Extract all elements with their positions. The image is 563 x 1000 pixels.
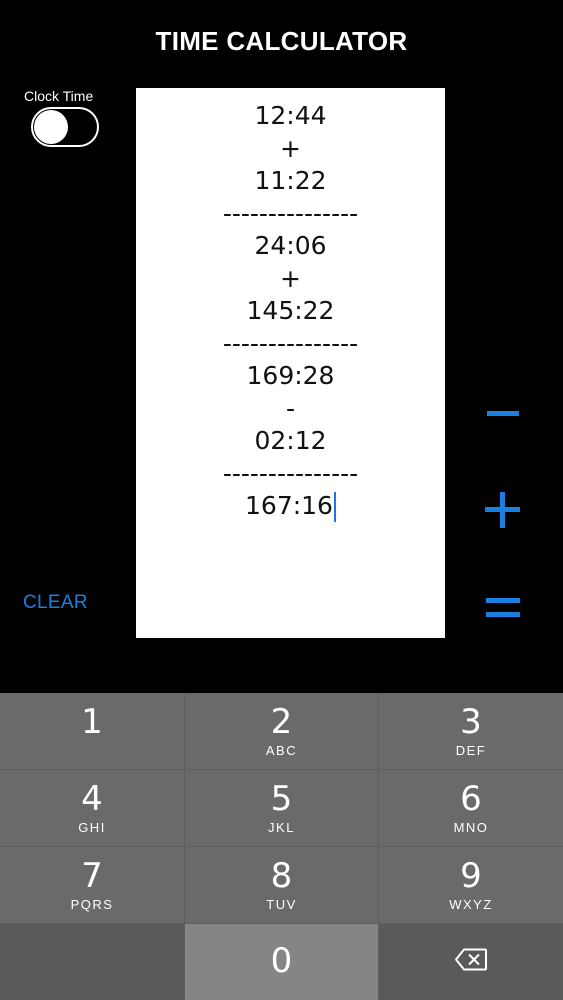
key-2[interactable]: 2 ABC: [185, 693, 378, 769]
key-letters: GHI: [78, 820, 106, 835]
key-digit: 6: [460, 779, 482, 819]
key-digit: 8: [270, 856, 293, 896]
key-digit: 9: [460, 856, 482, 896]
key-digit: 7: [81, 856, 103, 896]
page-title: TIME CALCULATOR: [155, 26, 408, 56]
equals-icon[interactable]: [483, 592, 523, 622]
minus-icon[interactable]: [487, 411, 519, 416]
key-9[interactable]: 9 WXYZ: [379, 847, 563, 923]
key-8[interactable]: 8 TUV: [185, 847, 378, 923]
tape-line: +: [280, 263, 301, 293]
tape-separator: ---------------: [222, 198, 359, 228]
tape-line: -: [285, 393, 296, 423]
tape-line: +: [280, 133, 301, 163]
clock-time-toggle[interactable]: [31, 107, 99, 147]
tape-separator: ---------------: [222, 458, 359, 488]
clock-time-label: Clock Time: [24, 88, 94, 104]
calculation-tape[interactable]: 12:44 + 11:22 --------------- 24:06 + 14…: [136, 88, 445, 638]
key-digit: 3: [460, 702, 482, 742]
tape-line: 169:28: [246, 361, 335, 390]
toggle-knob: [34, 110, 68, 144]
text-cursor: [333, 492, 336, 522]
tape-line: 24:06: [254, 231, 327, 260]
key-3[interactable]: 3 DEF: [379, 693, 563, 769]
key-digit: 1: [81, 702, 103, 742]
key-letters: TUV: [266, 897, 297, 912]
tape-result-line: 167:16: [136, 490, 445, 523]
tape-line: 145:22: [246, 296, 335, 325]
backspace-button[interactable]: [379, 924, 563, 1000]
tape-line: 12:44: [254, 101, 327, 130]
tape-line: 02:12: [254, 426, 327, 455]
tape-line: 11:22: [254, 166, 327, 195]
key-digit: 0: [270, 941, 293, 981]
key-digit: 2: [270, 702, 293, 742]
key-1[interactable]: 1: [0, 693, 184, 769]
key-letters: DEF: [455, 743, 487, 758]
key-digit: 4: [81, 779, 103, 819]
key-0[interactable]: 0: [185, 924, 378, 1000]
key-letters: WXYZ: [449, 897, 493, 912]
tape-separator: ---------------: [222, 328, 359, 358]
clear-button[interactable]: CLEAR: [23, 592, 88, 614]
numeric-keypad: 1 2 ABC 3 DEF 4 GHI 5 JKL 6 MNO 7 PQRS 8…: [0, 693, 563, 1000]
key-6[interactable]: 6 MNO: [379, 770, 563, 846]
key-digit: 5: [270, 779, 293, 819]
key-blank: [0, 924, 184, 1000]
plus-icon[interactable]: [483, 490, 523, 532]
key-letters: ABC: [265, 743, 298, 758]
key-4[interactable]: 4 GHI: [0, 770, 184, 846]
key-letters: PQRS: [70, 897, 114, 912]
key-letters: MNO: [453, 820, 489, 835]
key-5[interactable]: 5 JKL: [185, 770, 378, 846]
tape-result: 167:16: [245, 491, 333, 520]
key-7[interactable]: 7 PQRS: [0, 847, 184, 923]
key-letters: JKL: [268, 820, 295, 835]
backspace-icon: [454, 948, 488, 977]
